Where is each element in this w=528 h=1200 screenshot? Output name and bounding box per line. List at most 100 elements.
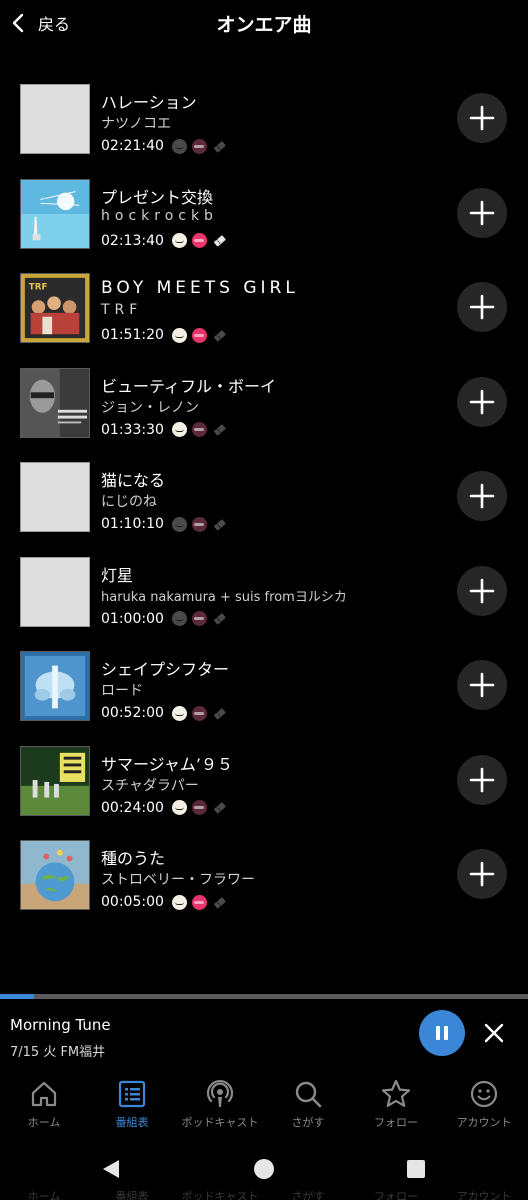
now-playing-title: Morning Tune — [10, 1016, 111, 1034]
search-icon — [295, 1081, 322, 1108]
album-art — [20, 651, 90, 721]
song-title: 種のうた — [101, 849, 166, 868]
plus-icon — [469, 578, 495, 603]
close-icon[interactable] — [482, 1021, 506, 1045]
onair-time: 02:21:40 — [101, 138, 164, 154]
song-row[interactable]: 灯星 haruka nakamura + suis fromヨルシカ 01:00… — [0, 545, 528, 640]
song-meta: 01:10:10 — [101, 515, 227, 533]
home-icon — [31, 1081, 57, 1107]
ghost-label: 番組表 — [115, 1190, 149, 1200]
song-artist: ナツノコエ — [101, 116, 171, 132]
song-meta: 00:24:00 — [101, 799, 227, 817]
service-smile-icon[interactable] — [171, 422, 187, 437]
ghost-label: ポッドキャスト — [181, 1190, 259, 1200]
service-music-icon[interactable] — [191, 611, 207, 626]
tab-podcast[interactable]: ポッドキャスト — [176, 1072, 264, 1134]
add-button[interactable] — [457, 754, 507, 805]
tab-label: 番組表 — [115, 1116, 149, 1129]
ticket-icon[interactable] — [212, 611, 227, 626]
service-music-icon[interactable] — [191, 233, 207, 248]
add-button[interactable] — [457, 849, 507, 899]
podcast-icon — [206, 1079, 234, 1107]
song-row[interactable]: プレゼント交換 hockrockb 02:13:40 — [0, 167, 528, 262]
ticket-icon[interactable] — [212, 800, 227, 815]
plus-icon — [469, 861, 495, 887]
plus-icon — [469, 200, 495, 225]
service-smile-icon[interactable] — [171, 705, 187, 721]
add-button[interactable] — [457, 282, 507, 332]
program-list-icon — [118, 1080, 146, 1108]
song-meta: 00:52:00 — [101, 704, 227, 722]
svg-text:TRF: TRF — [29, 283, 48, 293]
song-row[interactable]: TRF BOY MEETS GIRL TRF 01:51:20 — [0, 261, 528, 356]
service-smile-icon[interactable] — [171, 233, 187, 248]
mini-player[interactable]: Morning Tune 7/15 火 FM福井 — [0, 999, 528, 1072]
song-artist: にじのね — [101, 494, 157, 510]
bottom-tab-bar: ホーム 番組表 ポッドキャスト さがす フォロー アカウント — [0, 1072, 528, 1134]
tab-label: ホーム — [27, 1116, 61, 1129]
album-art-placeholder — [20, 462, 90, 532]
service-music-icon[interactable] — [191, 894, 207, 910]
account-icon — [470, 1080, 498, 1108]
nav-back-icon[interactable] — [100, 1158, 122, 1180]
song-title: ハレーション — [101, 93, 197, 112]
ticket-icon[interactable] — [212, 895, 227, 910]
tab-label: アカウント — [456, 1116, 512, 1129]
pause-button[interactable] — [419, 1010, 465, 1056]
ticket-icon[interactable] — [212, 517, 227, 532]
ticket-icon[interactable] — [212, 139, 227, 154]
pause-icon — [436, 1026, 448, 1040]
add-button[interactable] — [457, 376, 507, 427]
service-smile-icon[interactable] — [171, 138, 187, 154]
tab-follow[interactable]: フォロー — [352, 1072, 440, 1134]
tab-label: フォロー — [374, 1116, 418, 1129]
service-music-icon[interactable] — [191, 800, 207, 815]
ticket-icon[interactable] — [212, 706, 227, 721]
onair-time: 00:24:00 — [101, 799, 164, 816]
song-row[interactable]: サマージャム’９５ スチャダラパー 00:24:00 — [0, 734, 528, 829]
service-music-icon[interactable] — [191, 516, 207, 532]
tab-labels-ghost: ホーム 番組表 ポッドキャスト さがす フォロー アカウント — [0, 1188, 528, 1200]
service-music-icon[interactable] — [191, 422, 207, 437]
ticket-icon[interactable] — [212, 328, 227, 343]
song-artist: TRF — [101, 302, 143, 318]
service-music-icon[interactable] — [191, 138, 207, 154]
song-title: プレゼント交換 — [101, 187, 214, 207]
song-row[interactable]: 猫になる にじのね 01:10:10 — [0, 450, 528, 545]
ticket-icon[interactable] — [212, 233, 227, 248]
song-artist: haruka nakamura + suis fromヨルシカ — [101, 589, 347, 605]
song-meta: 01:51:20 — [101, 326, 227, 344]
service-smile-icon[interactable] — [171, 611, 187, 626]
song-row[interactable]: ビューティフル・ボーイ ジョン・レノン 01:33:30 — [0, 356, 528, 451]
song-meta: 02:13:40 — [101, 232, 227, 250]
add-button[interactable] — [457, 187, 507, 238]
add-button[interactable] — [457, 565, 507, 616]
song-row[interactable]: 種のうた ストロベリー・フラワー 00:05:00 — [0, 828, 528, 923]
song-row[interactable]: ハレーション ナツノコエ 02:21:40 — [0, 72, 528, 167]
service-smile-icon[interactable] — [171, 327, 187, 343]
tab-home[interactable]: ホーム — [0, 1072, 88, 1134]
song-title: サマージャム’９５ — [101, 754, 233, 774]
plus-icon — [469, 483, 495, 509]
nav-recents-icon[interactable] — [405, 1158, 427, 1180]
service-smile-icon[interactable] — [171, 894, 187, 910]
add-button[interactable] — [457, 93, 507, 143]
add-button[interactable] — [457, 471, 507, 521]
system-navigation-bar: ホーム 番組表 ポッドキャスト さがす フォロー アカウント — [0, 1134, 528, 1200]
service-music-icon[interactable] — [191, 705, 207, 721]
onair-song-list: ハレーション ナツノコエ 02:21:40 プレゼント交換 hockrockb … — [0, 72, 528, 923]
service-smile-icon[interactable] — [171, 800, 187, 815]
add-button[interactable] — [457, 660, 507, 710]
tab-search[interactable]: さがす — [264, 1072, 352, 1134]
onair-time: 02:13:40 — [101, 232, 164, 249]
song-row[interactable]: シェイプシフター ロード 00:52:00 — [0, 639, 528, 734]
tab-account[interactable]: アカウント — [440, 1072, 528, 1134]
song-artist: ストロベリー・フラワー — [101, 872, 255, 888]
tab-label: ポッドキャスト — [181, 1116, 259, 1129]
ticket-icon[interactable] — [212, 422, 227, 437]
service-music-icon[interactable] — [191, 327, 207, 343]
nav-home-icon[interactable] — [253, 1158, 275, 1180]
service-smile-icon[interactable] — [171, 516, 187, 532]
tab-program-guide[interactable]: 番組表 — [88, 1072, 176, 1134]
song-meta: 01:00:00 — [101, 610, 227, 628]
